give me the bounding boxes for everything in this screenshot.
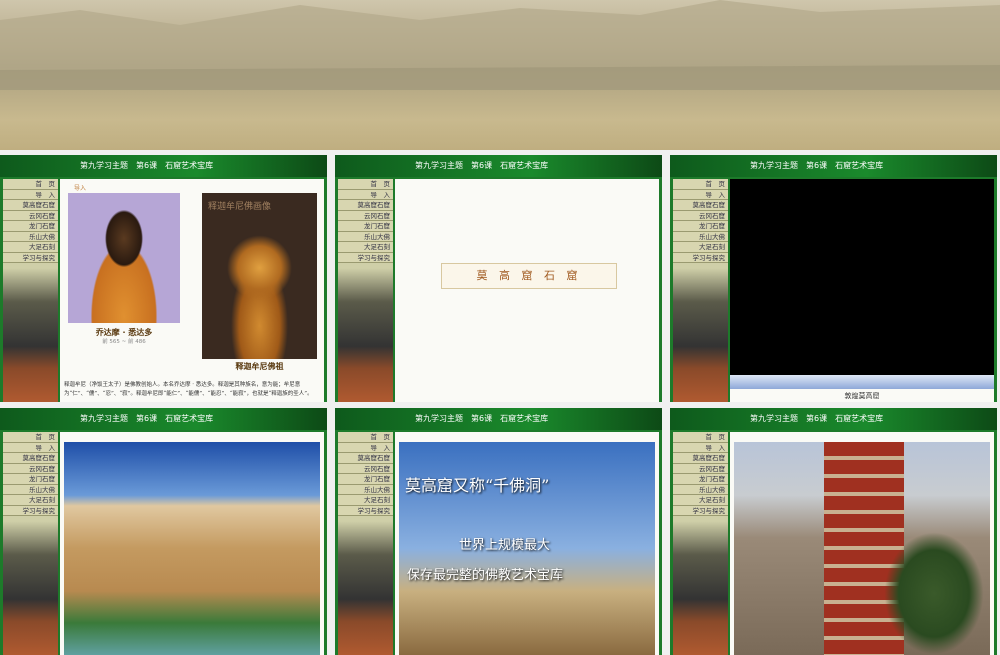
player-controls[interactable] — [730, 375, 994, 389]
nav-item[interactable]: 导 入 — [338, 189, 393, 200]
nav-item[interactable]: 乐山大佛 — [338, 484, 393, 495]
nav-item[interactable]: 导 入 — [338, 442, 393, 453]
nav-item[interactable]: 导 入 — [673, 442, 728, 453]
slide-header: 第九学习主题 第6课 石窟艺术宝库 — [670, 408, 997, 430]
nav-item[interactable]: 学习与探究 — [3, 505, 58, 516]
nav-item[interactable]: 学习与探究 — [338, 505, 393, 516]
nav-item[interactable]: 首 页 — [338, 179, 393, 190]
slide-header: 第九学习主题 第6课 石窟艺术宝库 — [670, 155, 997, 177]
nav-item[interactable]: 大足石刻 — [3, 495, 58, 506]
slide-header: 第九学习主题 第6课 石窟艺术宝库 — [335, 155, 662, 177]
nav-item[interactable]: 龙门石窟 — [338, 474, 393, 485]
nav-item[interactable]: 导 入 — [3, 189, 58, 200]
slide-sidebar: 首 页导 入莫高窟石窟 云冈石窟 龙门石窟 乐山大佛 大足石刻 学习与探究 — [673, 432, 728, 655]
nav-item[interactable]: 首 页 — [3, 432, 58, 443]
slide-thumbnail-2[interactable]: 第九学习主题 第6课 石窟艺术宝库 首 页导 入莫高窟石窟 云冈石窟 龙门石窟 乐山大… — [335, 155, 662, 402]
nav-item[interactable]: 导 入 — [3, 442, 58, 453]
nav-item[interactable]: 莫高窟石窟 — [673, 200, 728, 211]
nine-storey-pagoda-image — [734, 442, 990, 655]
slide-title: 莫 高 窟 石 窟 — [441, 263, 617, 289]
video-player[interactable] — [730, 179, 994, 375]
slide-content: 莫高窟又称“千佛洞” 世界上规模最大 保存最完整的佛教艺术宝库 — [395, 432, 659, 655]
nav-item[interactable]: 学习与探究 — [3, 252, 58, 263]
nav-item[interactable]: 云冈石窟 — [338, 463, 393, 474]
nav-item[interactable]: 乐山大佛 — [673, 484, 728, 495]
nav-item[interactable]: 莫高窟石窟 — [3, 200, 58, 211]
nav-item[interactable]: 莫高窟石窟 — [3, 453, 58, 464]
nav-item[interactable]: 首 页 — [673, 179, 728, 190]
nav-item[interactable]: 大足石刻 — [673, 495, 728, 506]
slide-content — [730, 432, 994, 655]
buddha-image-title: 释迦牟尼佛画像 — [208, 202, 272, 212]
slide-content: 敦煌莫高窟 — [730, 179, 994, 402]
slide-sidebar: 首 页导 入莫高窟石窟 云冈石窟 龙门石窟 乐山大佛 大足石刻 学习与探究 — [3, 432, 58, 655]
nav-item[interactable]: 学习与探究 — [673, 252, 728, 263]
nav-item[interactable]: 学习与探究 — [673, 505, 728, 516]
slide-thumbnail-1[interactable]: 第九学习主题 第6课 石窟艺术宝库 首 页导 入莫高窟石窟 云冈石窟 龙门石窟 乐山大… — [0, 155, 327, 402]
slide-sidebar: 首 页导 入莫高窟石窟 云冈石窟 龙门石窟 乐山大佛 大足石刻 学习与探究 — [3, 179, 58, 402]
nav-item[interactable]: 大足石刻 — [338, 495, 393, 506]
slide-header: 第九学习主题 第6课 石窟艺术宝库 — [335, 408, 662, 430]
nav-item[interactable]: 大足石刻 — [673, 242, 728, 253]
video-caption: 敦煌莫高窟 — [844, 392, 880, 400]
nav-item[interactable]: 云冈石窟 — [673, 210, 728, 221]
slide-header: 第九学习主题 第6课 石窟艺术宝库 — [0, 408, 327, 430]
nav-item[interactable]: 龙门石窟 — [673, 474, 728, 485]
nav-item[interactable]: 乐山大佛 — [338, 231, 393, 242]
section-label: 导入 — [74, 185, 87, 192]
slide-thumbnail-5[interactable]: 第九学习主题 第6课 石窟艺术宝库 首 页导 入莫高窟石窟 云冈石窟 龙门石窟 乐山大… — [335, 408, 662, 655]
portrait-dates: 前 565 ~ 前 486 — [102, 339, 146, 345]
landscape-banner — [0, 0, 1000, 150]
nav-item[interactable]: 学习与探究 — [338, 252, 393, 263]
nav-item[interactable]: 龙门石窟 — [3, 221, 58, 232]
nav-item[interactable]: 首 页 — [673, 432, 728, 443]
nav-item[interactable]: 大足石刻 — [338, 242, 393, 253]
buddha-image: 释迦牟尼佛画像 — [202, 193, 317, 359]
nav-item[interactable]: 乐山大佛 — [673, 231, 728, 242]
nav-item[interactable]: 乐山大佛 — [3, 484, 58, 495]
nav-item[interactable]: 首 页 — [3, 179, 58, 190]
slide-header: 第九学习主题 第6课 石窟艺术宝库 — [0, 155, 327, 177]
intro-text: 释迦牟尼（净饭王太子）是佛教创始人。本名乔达摩 · 悉达多。释迦是其种族名，意为… — [64, 382, 313, 397]
nav-item[interactable]: 龙门石窟 — [3, 474, 58, 485]
trees — [884, 532, 984, 655]
slide-sidebar: 首 页导 入莫高窟石窟 云冈石窟 龙门石窟 乐山大佛 大足石刻 学习与探究 — [673, 179, 728, 402]
nav-item[interactable]: 大足石刻 — [3, 242, 58, 253]
nav-item[interactable]: 云冈石窟 — [673, 463, 728, 474]
nav-item[interactable]: 龙门石窟 — [673, 221, 728, 232]
nav-item[interactable]: 导 入 — [673, 189, 728, 200]
slide-heading: 莫高窟又称“千佛洞” — [405, 476, 550, 495]
nav-item[interactable]: 云冈石窟 — [3, 210, 58, 221]
slide-content: 莫 高 窟 石 窟 — [395, 179, 659, 402]
crescent-lake-image — [64, 442, 320, 655]
slide-content: 导入 乔达摩 · 悉达多 前 565 ~ 前 486 释迦牟尼佛画像 释迦牟尼佛… — [60, 179, 324, 402]
buddha-caption: 释迦牟尼佛祖 — [235, 362, 284, 371]
slide-line-2: 世界上规模最大 — [459, 538, 551, 553]
nav-item[interactable]: 莫高窟石窟 — [673, 453, 728, 464]
nav-item[interactable]: 乐山大佛 — [3, 231, 58, 242]
nav-item[interactable]: 云冈石窟 — [338, 210, 393, 221]
nav-item[interactable]: 龙门石窟 — [338, 221, 393, 232]
nav-item[interactable]: 莫高窟石窟 — [338, 200, 393, 211]
mogao-landscape-image: 莫高窟又称“千佛洞” 世界上规模最大 保存最完整的佛教艺术宝库 — [399, 442, 655, 655]
nav-item[interactable]: 云冈石窟 — [3, 463, 58, 474]
portrait-image — [68, 193, 180, 323]
nav-item[interactable]: 首 页 — [338, 432, 393, 443]
slide-line-3: 保存最完整的佛教艺术宝库 — [407, 568, 564, 583]
slide-thumbnail-4[interactable]: 第九学习主题 第6课 石窟艺术宝库 首 页导 入莫高窟石窟 云冈石窟 龙门石窟 乐山大… — [0, 408, 327, 655]
slide-sidebar: 首 页导 入莫高窟石窟 云冈石窟 龙门石窟 乐山大佛 大足石刻 学习与探究 — [338, 179, 393, 402]
slide-sidebar: 首 页导 入莫高窟石窟 云冈石窟 龙门石窟 乐山大佛 大足石刻 学习与探究 — [338, 432, 393, 655]
slide-thumbnail-3[interactable]: 第九学习主题 第6课 石窟艺术宝库 首 页导 入莫高窟石窟 云冈石窟 龙门石窟 乐山大… — [670, 155, 997, 402]
slide-thumbnail-6[interactable]: 第九学习主题 第6课 石窟艺术宝库 首 页导 入莫高窟石窟 云冈石窟 龙门石窟 乐山大… — [670, 408, 997, 655]
nav-item[interactable]: 莫高窟石窟 — [338, 453, 393, 464]
slide-content — [60, 432, 324, 655]
